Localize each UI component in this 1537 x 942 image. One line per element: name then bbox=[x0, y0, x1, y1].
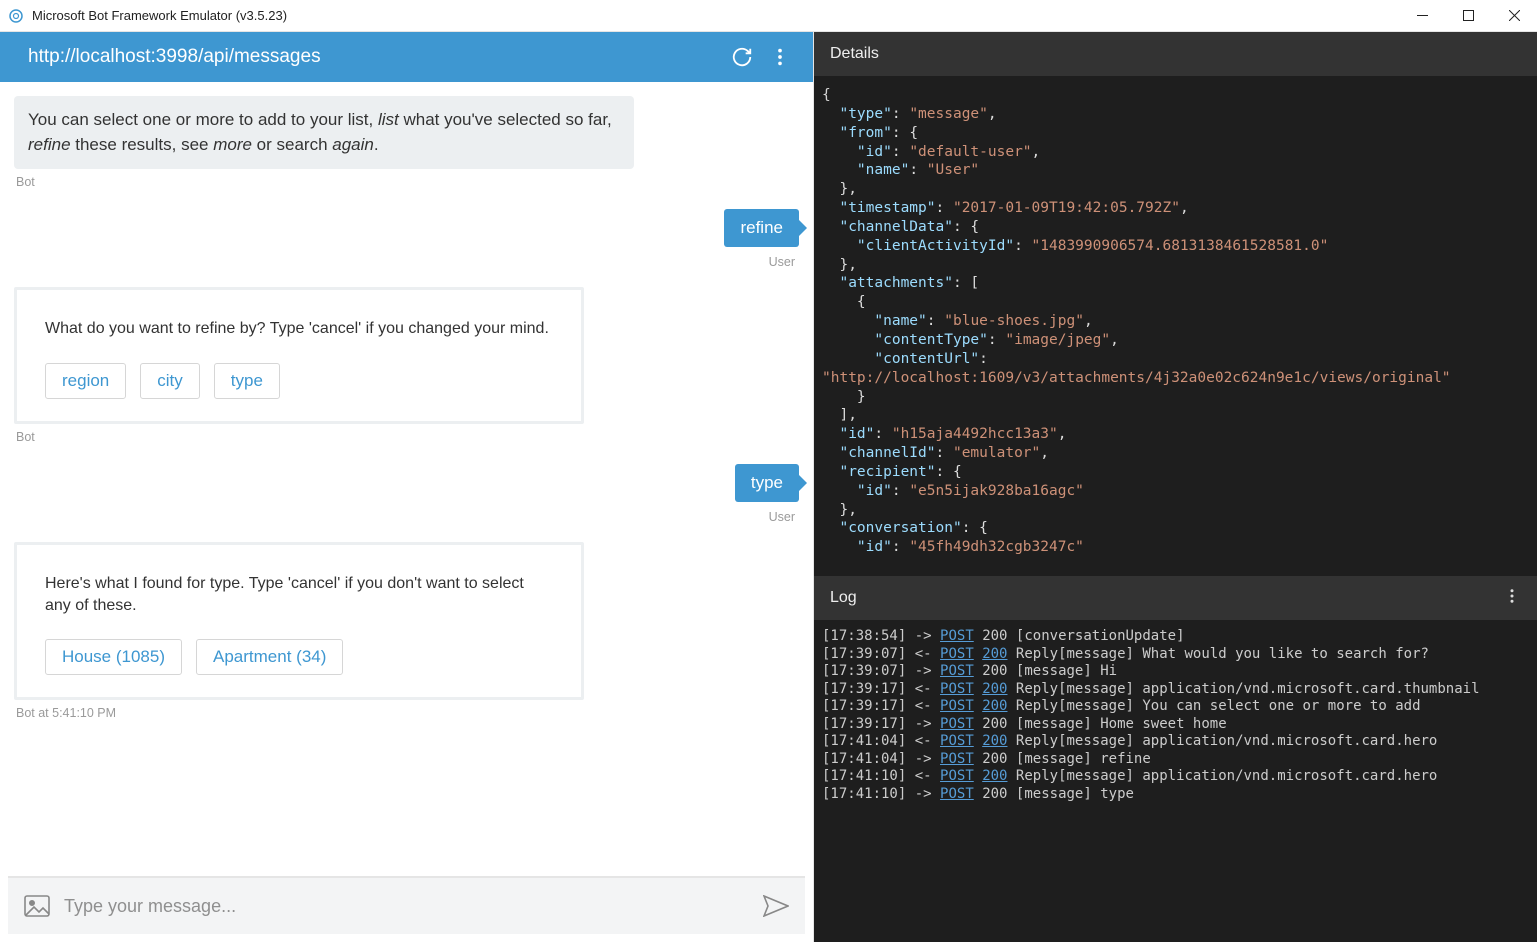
card-action-house[interactable]: House (1085) bbox=[45, 639, 182, 675]
sender-label: Bot bbox=[16, 430, 799, 444]
send-button[interactable] bbox=[763, 895, 789, 917]
window-minimize-button[interactable] bbox=[1399, 0, 1445, 32]
log-title: Log bbox=[830, 589, 857, 607]
log-row[interactable]: [17:39:17] <- POST 200 Reply[message] Yo… bbox=[822, 698, 1537, 716]
details-json-view[interactable]: { "type": "message", "from": { "id": "de… bbox=[814, 76, 1537, 576]
sender-label: Bot bbox=[16, 175, 799, 189]
log-row[interactable]: [17:39:17] -> POST 200 [message] Home sw… bbox=[822, 716, 1537, 734]
address-bar: http://localhost:3998/api/messages bbox=[0, 32, 813, 82]
inspector-pane: Details { "type": "message", "from": { "… bbox=[814, 32, 1537, 942]
log-row[interactable]: [17:41:10] <- POST 200 Reply[message] ap… bbox=[822, 768, 1537, 786]
bot-message-text: You can select one or more to add to you… bbox=[28, 110, 378, 129]
hero-card: Here's what I found for type. Type 'canc… bbox=[14, 542, 584, 701]
card-action-apartment[interactable]: Apartment (34) bbox=[196, 639, 343, 675]
card-text: What do you want to refine by? Type 'can… bbox=[45, 318, 553, 340]
card-text: Here's what I found for type. Type 'canc… bbox=[45, 573, 553, 618]
user-message[interactable]: refine bbox=[724, 209, 799, 247]
bot-message-em: list bbox=[378, 110, 399, 129]
sender-label: User bbox=[14, 255, 795, 269]
endpoint-url: http://localhost:3998/api/messages bbox=[18, 46, 719, 68]
hero-card: What do you want to refine by? Type 'can… bbox=[14, 287, 584, 423]
log-row[interactable]: [17:41:04] -> POST 200 [message] refine bbox=[822, 751, 1537, 769]
details-title: Details bbox=[830, 45, 879, 63]
log-row[interactable]: [17:39:07] <- POST 200 Reply[message] Wh… bbox=[822, 646, 1537, 664]
log-row[interactable]: [17:41:04] <- POST 200 Reply[message] ap… bbox=[822, 733, 1537, 751]
bot-message: You can select one or more to add to you… bbox=[14, 96, 634, 169]
card-action-type[interactable]: type bbox=[214, 363, 280, 399]
window-close-button[interactable] bbox=[1491, 0, 1537, 32]
details-header: Details bbox=[814, 32, 1537, 76]
card-action-region[interactable]: region bbox=[45, 363, 126, 399]
chat-pane: http://localhost:3998/api/messages You c… bbox=[0, 32, 814, 942]
window-title: Microsoft Bot Framework Emulator (v3.5.2… bbox=[32, 8, 1399, 23]
log-header: Log bbox=[814, 576, 1537, 620]
chat-log: You can select one or more to add to you… bbox=[0, 82, 813, 868]
log-view[interactable]: [17:38:54] -> POST 200 [conversationUpda… bbox=[814, 620, 1537, 942]
attach-image-icon[interactable] bbox=[24, 895, 50, 917]
log-row[interactable]: [17:39:07] -> POST 200 [message] Hi bbox=[822, 663, 1537, 681]
card-action-city[interactable]: city bbox=[140, 363, 200, 399]
app-icon bbox=[8, 8, 24, 24]
sender-label: User bbox=[14, 510, 795, 524]
refresh-button[interactable] bbox=[727, 42, 757, 72]
log-row[interactable]: [17:39:17] <- POST 200 Reply[message] ap… bbox=[822, 681, 1537, 699]
more-menu-button[interactable] bbox=[765, 42, 795, 72]
user-message[interactable]: type bbox=[735, 464, 799, 502]
message-input-bar bbox=[8, 876, 805, 934]
sender-label-with-time: Bot at 5:41:10 PM bbox=[16, 706, 799, 720]
log-row[interactable]: [17:41:10] -> POST 200 [message] type bbox=[822, 786, 1537, 804]
window-maximize-button[interactable] bbox=[1445, 0, 1491, 32]
message-input[interactable] bbox=[64, 896, 763, 917]
titlebar: Microsoft Bot Framework Emulator (v3.5.2… bbox=[0, 0, 1537, 32]
log-menu-button[interactable] bbox=[1503, 587, 1521, 610]
log-row[interactable]: [17:38:54] -> POST 200 [conversationUpda… bbox=[822, 628, 1537, 646]
